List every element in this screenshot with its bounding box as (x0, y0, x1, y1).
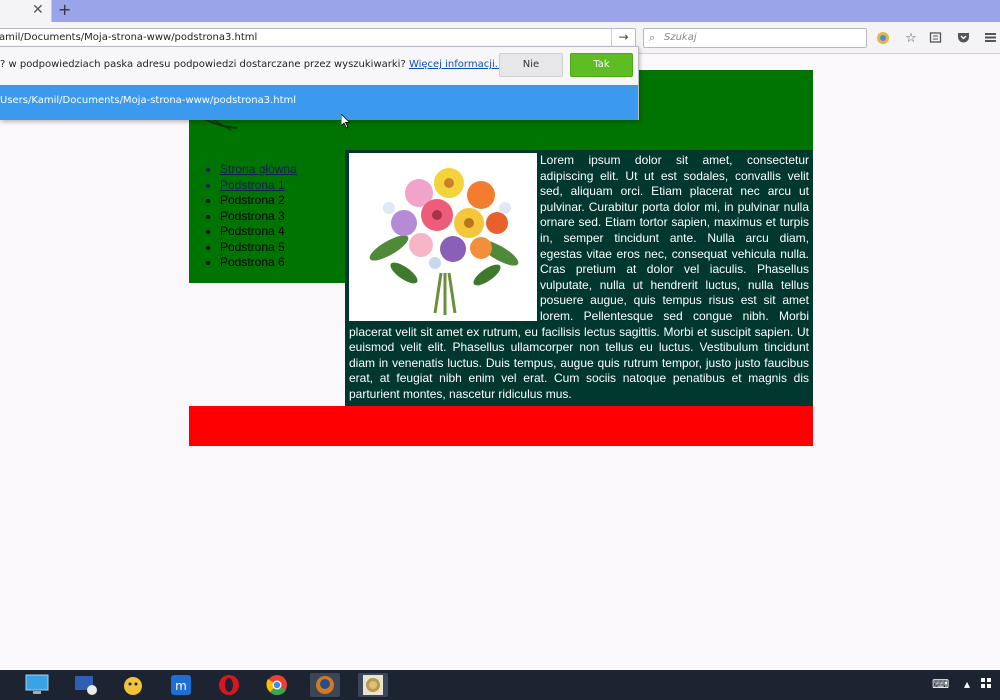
opera-icon[interactable] (214, 673, 244, 697)
menu-item-podstrona-5[interactable]: Podstrona 5 (220, 240, 297, 256)
tray-expand-icon[interactable]: ▴ (964, 677, 970, 691)
tab-strip: ✕ + (0, 0, 1000, 22)
maxthon-icon[interactable]: m (166, 673, 196, 697)
pocket-icon[interactable] (955, 31, 971, 47)
system-tray: ⌨ ▴ (920, 670, 1000, 700)
reading-list-icon[interactable] (927, 31, 943, 47)
menu-icon[interactable] (982, 31, 998, 47)
taskbar: m ⌨ ▴ (0, 670, 1000, 700)
page-content: Lorem ipsum dolor sit amet, consectetur … (345, 150, 813, 406)
prompt-text: ? w podpowiedziach paska adresu podpowie… (0, 59, 409, 70)
url-suggestion-text: Users/Kamil/Documents/Moja-strona-www/po… (0, 95, 297, 106)
page-menu: Strona główna Podstrona 1 Podstrona 2 Po… (189, 150, 345, 283)
menu-item-podstrona-4[interactable]: Podstrona 4 (220, 224, 297, 240)
address-bar[interactable]: amil/Documents/Moja-strona-www/podstrona… (0, 28, 636, 48)
menu-item-podstrona-3[interactable]: Podstrona 3 (220, 209, 297, 225)
menu-item-home[interactable]: Strona główna (220, 162, 297, 178)
remote-desktop-icon[interactable] (70, 673, 100, 697)
page-footer (189, 406, 813, 446)
yes-button[interactable]: Tak (570, 53, 633, 77)
firefox-icon[interactable] (310, 673, 340, 697)
address-bar-dropdown: ? w podpowiedziach paska adresu podpowie… (0, 46, 639, 120)
menu-item-podstrona-1[interactable]: Podstrona 1 (220, 178, 297, 194)
svg-text:m: m (175, 679, 187, 693)
go-arrow-icon[interactable]: → (611, 29, 635, 47)
keyboard-icon[interactable]: ⌨ (932, 677, 949, 691)
menu-item-podstrona-2[interactable]: Podstrona 2 (220, 193, 297, 209)
web-page: Strona główna Podstrona 1 Podstrona 2 Po… (189, 70, 813, 446)
more-info-link[interactable]: Więcej informacji... (409, 59, 504, 70)
no-button[interactable]: Nie (499, 53, 563, 77)
this-pc-icon[interactable] (22, 673, 52, 697)
coin-app-icon[interactable] (358, 673, 388, 697)
url-suggestion-row[interactable]: Users/Kamil/Documents/Moja-strona-www/po… (0, 85, 638, 120)
mouse-cursor-icon (341, 114, 351, 129)
addon-icon[interactable] (875, 31, 891, 47)
active-tab[interactable]: ✕ (0, 0, 52, 22)
flower-bouquet-image (349, 153, 537, 321)
bookmark-star-icon[interactable]: ☆ (903, 31, 919, 47)
search-input[interactable]: ⌕ Szukaj (643, 28, 867, 48)
search-icon: ⌕ (649, 31, 656, 44)
search-suggestion-prompt: ? w podpowiedziach paska adresu podpowie… (0, 59, 504, 70)
address-bar-text: amil/Documents/Moja-strona-www/podstrona… (0, 32, 258, 43)
search-placeholder: Szukaj (664, 32, 697, 43)
close-tab-icon[interactable]: ✕ (32, 2, 44, 18)
new-tab-button[interactable]: + (58, 1, 71, 19)
menu-item-podstrona-6[interactable]: Podstrona 6 (220, 255, 297, 271)
notifications-icon[interactable] (980, 677, 992, 692)
chrome-icon[interactable] (262, 673, 292, 697)
winamp-icon[interactable] (118, 673, 148, 697)
